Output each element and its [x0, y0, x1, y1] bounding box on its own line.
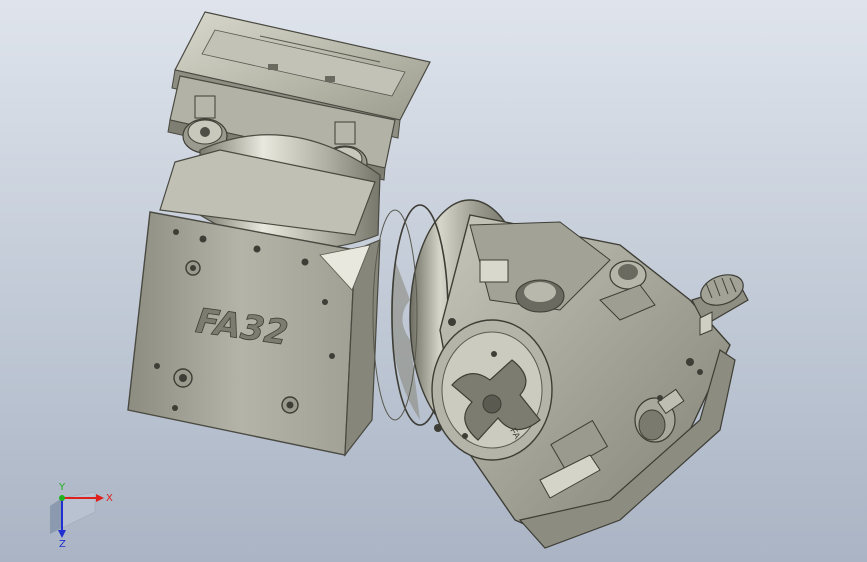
- y-axis-dot-icon: [59, 495, 65, 501]
- x-axis-arrow-icon: [96, 494, 104, 502]
- x-axis-label: X: [106, 493, 113, 504]
- knurled-knob-right[interactable]: [691, 269, 749, 336]
- cad-model-view[interactable]: FA32 FA: [0, 0, 867, 562]
- coordinate-triad: X Y Z: [50, 482, 113, 548]
- main-housing[interactable]: FA32: [127, 149, 381, 457]
- z-axis-arrow-icon: [58, 530, 66, 538]
- z-axis-label: Z: [59, 539, 66, 548]
- cad-viewport[interactable]: FA32 FA X Y Z: [0, 0, 867, 562]
- clutch-handle-plate[interactable]: FA: [431, 318, 553, 461]
- y-axis-label: Y: [58, 482, 66, 493]
